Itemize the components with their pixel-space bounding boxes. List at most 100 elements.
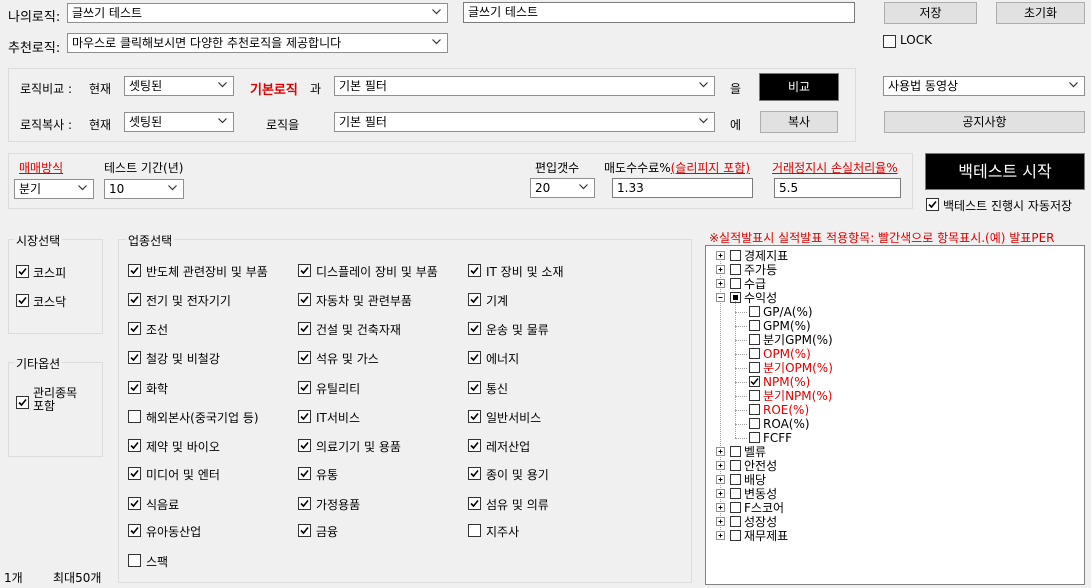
tree-node-label[interactable]: NPM(%) bbox=[763, 375, 810, 389]
tree-node-label[interactable]: 분기OPM(%) bbox=[763, 361, 833, 375]
tree-child-checkbox[interactable] bbox=[749, 432, 760, 443]
expand-icon[interactable] bbox=[716, 531, 725, 540]
sector-checkbox[interactable] bbox=[468, 467, 481, 480]
tree-node-label[interactable]: 주가등 bbox=[744, 263, 777, 277]
sector-checkbox[interactable] bbox=[468, 322, 481, 335]
logic-name-input[interactable]: 글쓰기 테스트 bbox=[463, 2, 855, 23]
reset-button[interactable]: 초기화 bbox=[996, 2, 1085, 24]
compare-filter-select[interactable]: 기본 필터 bbox=[334, 76, 715, 96]
tree-child-checkbox[interactable] bbox=[749, 390, 760, 401]
expand-icon[interactable] bbox=[716, 475, 725, 484]
tree-node-label[interactable]: GP/A(%) bbox=[763, 305, 813, 319]
tree-child-checkbox[interactable] bbox=[749, 320, 760, 331]
expand-icon[interactable] bbox=[716, 447, 725, 456]
slippage-link[interactable]: (슬리피지 포함) bbox=[671, 161, 750, 175]
sector-checkbox[interactable] bbox=[128, 439, 141, 452]
compare-button[interactable]: 비교 bbox=[759, 73, 839, 101]
compare-state-select[interactable]: 셋팅된 bbox=[124, 76, 234, 96]
sector-checkbox[interactable] bbox=[298, 381, 311, 394]
copy-state-select[interactable]: 셋팅된 bbox=[124, 112, 234, 132]
tree-node-checkbox[interactable] bbox=[730, 460, 741, 471]
tree-child-checkbox[interactable] bbox=[749, 404, 760, 415]
stock-count-select[interactable]: 20 bbox=[530, 178, 595, 198]
tree-node-checkbox[interactable] bbox=[730, 446, 741, 457]
sector-checkbox[interactable] bbox=[468, 293, 481, 306]
sector-checkbox[interactable] bbox=[298, 351, 311, 364]
trade-method-select[interactable]: 분기 bbox=[14, 179, 94, 199]
sector-checkbox[interactable] bbox=[298, 524, 311, 537]
lock-checkbox[interactable] bbox=[883, 35, 896, 48]
tree-node-checkbox[interactable] bbox=[730, 250, 741, 261]
sector-checkbox[interactable] bbox=[298, 439, 311, 452]
sector-checkbox[interactable] bbox=[128, 554, 141, 567]
sector-checkbox[interactable] bbox=[298, 322, 311, 335]
sector-checkbox[interactable] bbox=[468, 351, 481, 364]
tree-node-label[interactable]: ROE(%) bbox=[763, 403, 809, 417]
my-logic-select[interactable]: 글쓰기 테스트 bbox=[67, 3, 448, 23]
sector-checkbox[interactable] bbox=[468, 410, 481, 423]
tree-node-label[interactable]: F스코어 bbox=[744, 501, 784, 515]
sector-checkbox[interactable] bbox=[128, 497, 141, 510]
tree-node-checkbox[interactable] bbox=[730, 488, 741, 499]
stoploss-input[interactable]: 5.5 bbox=[774, 178, 901, 198]
expand-icon[interactable] bbox=[716, 503, 725, 512]
sector-checkbox[interactable] bbox=[128, 381, 141, 394]
sector-checkbox[interactable] bbox=[468, 497, 481, 510]
sector-checkbox[interactable] bbox=[128, 410, 141, 423]
fee-input[interactable]: 1.33 bbox=[612, 178, 753, 198]
tree-node-label[interactable]: 수급 bbox=[744, 277, 766, 291]
collapse-icon[interactable] bbox=[716, 293, 725, 302]
sector-checkbox[interactable] bbox=[468, 381, 481, 394]
sector-checkbox[interactable] bbox=[468, 439, 481, 452]
notice-button[interactable]: 공지사항 bbox=[884, 111, 1085, 133]
expand-icon[interactable] bbox=[716, 461, 725, 470]
tree-node-label[interactable]: 배당 bbox=[744, 473, 766, 487]
tree-node-label[interactable]: FCFF bbox=[763, 431, 792, 445]
tree-node-checkbox[interactable] bbox=[730, 502, 741, 513]
tree-child-checkbox[interactable] bbox=[749, 306, 760, 317]
sector-checkbox[interactable] bbox=[128, 467, 141, 480]
tree-node-checkbox[interactable] bbox=[730, 264, 741, 275]
sector-checkbox[interactable] bbox=[298, 467, 311, 480]
expand-icon[interactable] bbox=[716, 265, 725, 274]
tree-child-checkbox[interactable] bbox=[749, 334, 760, 345]
tree-node-checkbox[interactable] bbox=[730, 474, 741, 485]
trade-method-label[interactable]: 매매방식 bbox=[19, 159, 63, 176]
stoploss-label[interactable]: 거래정지시 손실처리율% bbox=[772, 159, 898, 176]
tutorial-video-select[interactable]: 사용법 동영상 bbox=[883, 76, 1085, 96]
sector-checkbox[interactable] bbox=[468, 524, 481, 537]
sector-checkbox[interactable] bbox=[298, 264, 311, 277]
copy-filter-select[interactable]: 기본 필터 bbox=[334, 112, 715, 132]
sector-checkbox[interactable] bbox=[298, 293, 311, 306]
auto-save-checkbox[interactable] bbox=[926, 198, 939, 211]
backtest-start-button[interactable]: 백테스트 시작 bbox=[925, 153, 1085, 190]
tree-node-label[interactable]: ROA(%) bbox=[763, 417, 810, 431]
managed-stock-checkbox[interactable] bbox=[16, 396, 29, 409]
tree-child-checkbox[interactable] bbox=[749, 418, 760, 429]
tree-node-checkbox[interactable] bbox=[730, 516, 741, 527]
save-button[interactable]: 저장 bbox=[884, 2, 977, 24]
kosdaq-checkbox[interactable] bbox=[16, 294, 29, 307]
sector-checkbox[interactable] bbox=[298, 410, 311, 423]
tree-node-label[interactable]: 분기GPM(%) bbox=[763, 333, 833, 347]
tree-child-checkbox[interactable] bbox=[749, 348, 760, 359]
recommend-logic-select[interactable]: 마우스로 클릭해보시면 다양한 추천로직을 제공합니다 bbox=[67, 33, 448, 53]
kospi-checkbox[interactable] bbox=[16, 265, 29, 278]
tree-child-checkbox[interactable] bbox=[749, 362, 760, 373]
tree-node-label[interactable]: GPM(%) bbox=[763, 319, 811, 333]
expand-icon[interactable] bbox=[716, 251, 725, 260]
sector-checkbox[interactable] bbox=[128, 322, 141, 335]
expand-icon[interactable] bbox=[716, 517, 725, 526]
expand-icon[interactable] bbox=[716, 489, 725, 498]
expand-icon[interactable] bbox=[716, 279, 725, 288]
tree-node-label[interactable]: 벨류 bbox=[744, 445, 766, 459]
indicator-tree[interactable]: 경제지표 주가등 수급 수익성 GP/A(%) GPM(%) 분기GPM(%) OPM(%) 분… bbox=[705, 245, 1085, 585]
sector-checkbox[interactable] bbox=[468, 264, 481, 277]
tree-node-label[interactable]: 재무제표 bbox=[744, 529, 788, 543]
sector-checkbox[interactable] bbox=[128, 293, 141, 306]
sector-checkbox[interactable] bbox=[128, 264, 141, 277]
test-period-select[interactable]: 10 bbox=[104, 179, 184, 199]
tree-node-label[interactable]: OPM(%) bbox=[763, 347, 811, 361]
sector-checkbox[interactable] bbox=[128, 351, 141, 364]
copy-button[interactable]: 복사 bbox=[760, 111, 838, 133]
